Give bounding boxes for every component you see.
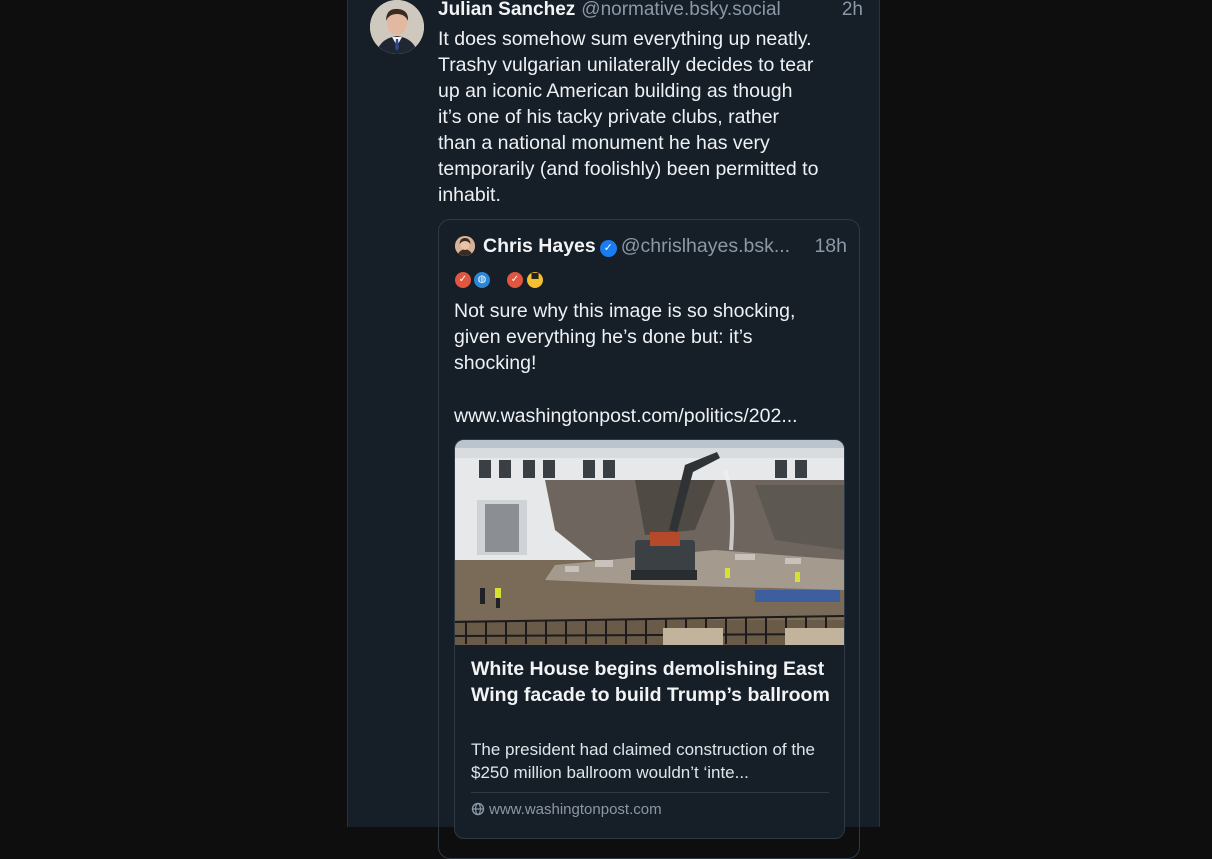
link-card-domain[interactable]: www.washingtonpost.com: [471, 800, 662, 820]
author-name[interactable]: Julian Sanchez: [438, 0, 575, 20]
post-header: Julian Sanchez @normative.bsky.social 2h: [438, 0, 863, 23]
verified-badge-icon: ✓: [599, 240, 617, 257]
link-card[interactable]: White House begins demolishing East Wing…: [454, 439, 845, 839]
quote-author-handle[interactable]: @chrislhayes.bsk...: [621, 235, 790, 257]
quote-text: Not sure why this image is so shocking, …: [454, 300, 796, 374]
author-avatar[interactable]: [370, 0, 424, 54]
quote-author-name[interactable]: Chris Hayes: [483, 235, 596, 257]
divider: [471, 792, 829, 793]
quote-link[interactable]: www.washingtonpost.com/politics/202...: [454, 403, 849, 429]
link-card-description: The president had claimed construction o…: [471, 740, 815, 782]
quote-timestamp[interactable]: 18h: [814, 233, 847, 259]
quote-header: Chris Hayes ✓ @chrislhayes.bsk... 18h: [483, 233, 847, 259]
demolition-photo[interactable]: [455, 440, 845, 645]
link-card-title[interactable]: White House begins demolishing East Wing…: [471, 656, 831, 708]
checkmark-badge-icon: ✓: [507, 272, 523, 288]
quote-author-avatar[interactable]: [455, 236, 475, 256]
post-timestamp[interactable]: 2h: [842, 0, 863, 23]
link-card-domain-text: www.washingtonpost.com: [489, 801, 662, 818]
globe-icon: ◍: [474, 272, 490, 288]
checkmark-badge-icon: ✓: [455, 272, 471, 288]
globe-icon: [471, 802, 485, 822]
post-text: It does somehow sum everything up neatly…: [438, 28, 819, 206]
sunglasses-emoji-icon: ▀: [527, 272, 543, 288]
author-handle[interactable]: @normative.bsky.social: [581, 0, 781, 20]
